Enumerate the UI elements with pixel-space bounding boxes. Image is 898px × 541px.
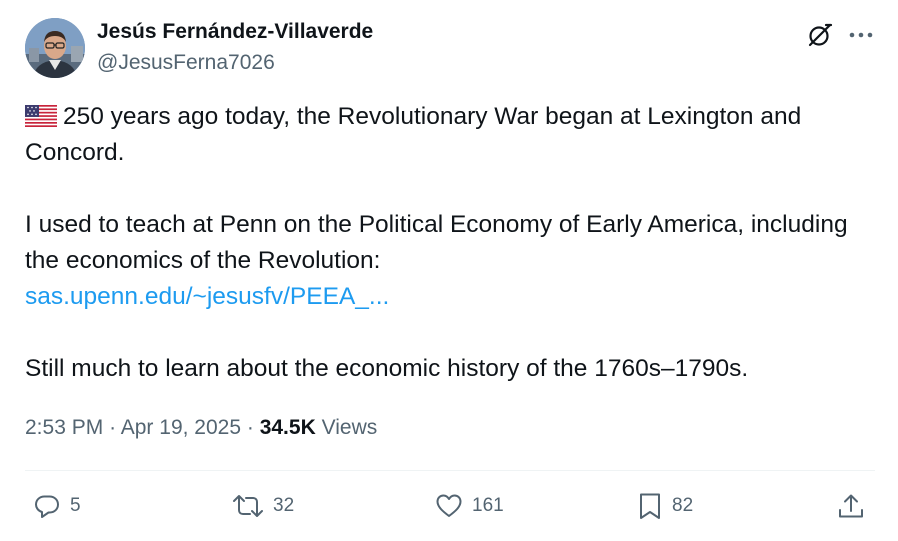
- tweet-meta: 2:53 PM · Apr 19, 2025 · 34.5K Views: [25, 416, 377, 440]
- post-time[interactable]: 2:53 PM: [25, 416, 103, 439]
- reply-icon: [32, 491, 62, 521]
- heart-icon: [434, 491, 464, 521]
- bookmark-button[interactable]: 82: [636, 489, 693, 523]
- meta-separator: ·: [109, 416, 117, 439]
- repost-count: 32: [273, 495, 295, 516]
- author-handle[interactable]: @JesusFerna7026: [97, 51, 275, 75]
- tweet-line-3: Still much to learn about the economic h…: [25, 355, 749, 382]
- us-flag-icon: [25, 102, 57, 127]
- views-count[interactable]: 34.5K: [260, 416, 316, 439]
- share-icon: [836, 491, 866, 521]
- tweet-paragraph-1: 250 years ago today, the Revolutionary W…: [25, 99, 875, 171]
- grok-icon[interactable]: [807, 22, 833, 48]
- tweet-paragraph-2: I used to teach at Penn on the Political…: [25, 207, 875, 315]
- tweet-text: 250 years ago today, the Revolutionary W…: [25, 99, 875, 387]
- reply-count: 5: [70, 495, 81, 516]
- post-date[interactable]: Apr 19, 2025: [121, 416, 241, 439]
- bookmark-icon: [636, 491, 664, 521]
- divider: [25, 470, 875, 471]
- bookmark-count: 82: [672, 495, 694, 516]
- avatar[interactable]: [25, 18, 85, 78]
- author-name[interactable]: Jesús Fernández-Villaverde: [97, 20, 373, 44]
- tweet-link[interactable]: sas.upenn.edu/~jesusfv/PEEA_...: [25, 283, 389, 310]
- like-button[interactable]: 161: [434, 489, 504, 523]
- views-label: Views: [321, 416, 378, 439]
- meta-separator: ·: [246, 416, 254, 439]
- more-icon[interactable]: [848, 23, 874, 47]
- tweet-card: Jesús Fernández-Villaverde @JesusFerna70…: [0, 0, 898, 541]
- tweet-line-2: I used to teach at Penn on the Political…: [25, 211, 848, 274]
- share-button[interactable]: [836, 489, 866, 523]
- tweet-line-1: 250 years ago today, the Revolutionary W…: [25, 103, 802, 166]
- like-count: 161: [472, 495, 504, 516]
- repost-icon: [231, 491, 265, 521]
- repost-button[interactable]: 32: [231, 489, 294, 523]
- reply-button[interactable]: 5: [32, 489, 81, 523]
- tweet-paragraph-3: Still much to learn about the economic h…: [25, 351, 875, 387]
